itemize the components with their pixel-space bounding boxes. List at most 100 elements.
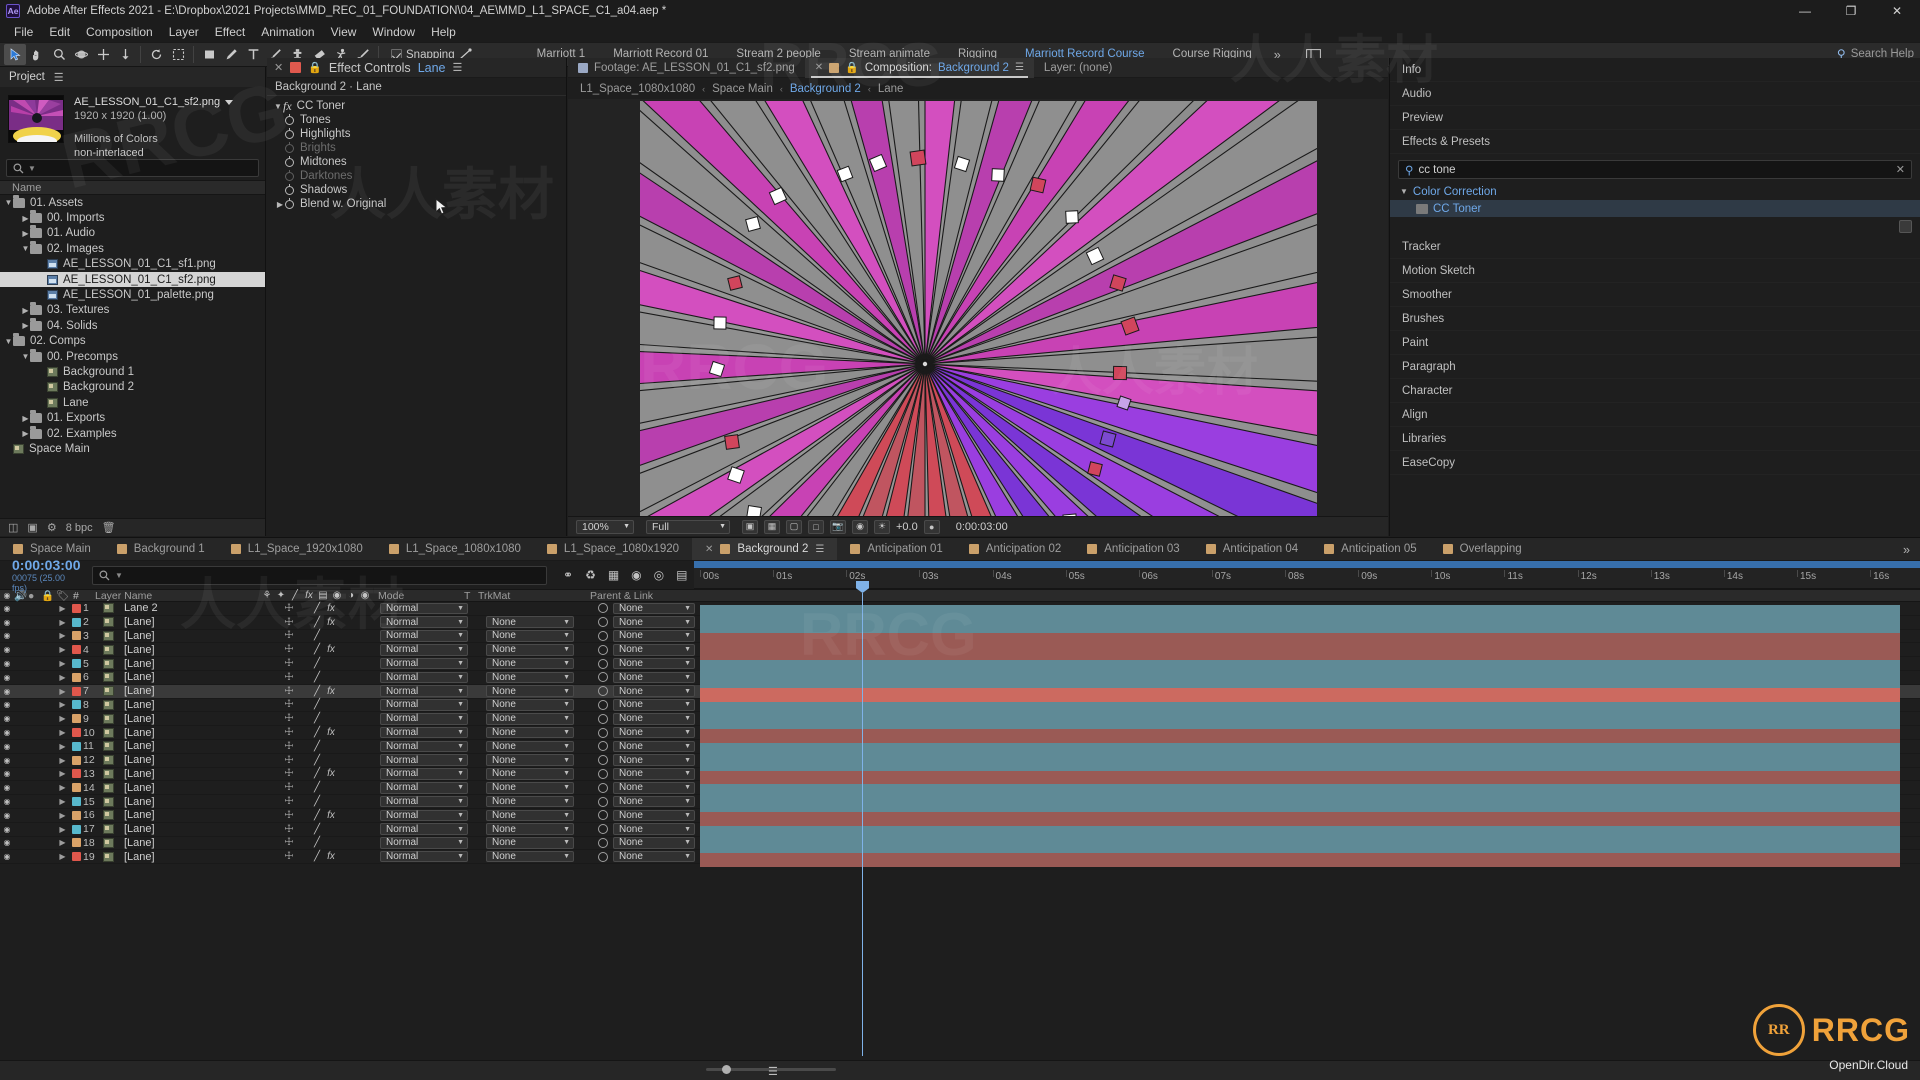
- timeline-tab-l1-space-1080x1920[interactable]: L1_Space_1080x1920: [534, 538, 692, 560]
- parent-select[interactable]: None ▼: [613, 795, 695, 808]
- blend-mode-select[interactable]: Normal ▼: [380, 768, 468, 780]
- camera-icon[interactable]: ●: [923, 519, 940, 534]
- project-settings-icon[interactable]: ⚙: [47, 521, 57, 534]
- layer-label-color[interactable]: [69, 838, 83, 848]
- project-tab-label[interactable]: Project: [9, 71, 45, 83]
- draft-switch[interactable]: ╱: [310, 782, 324, 793]
- layer-mode-cell[interactable]: Normal ▼: [380, 630, 472, 642]
- layer-trkmat-cell[interactable]: None ▼: [486, 795, 598, 808]
- trkmat-select[interactable]: None ▼: [486, 754, 574, 766]
- layer-trkmat-cell[interactable]: None ▼: [486, 754, 598, 766]
- layer-switches[interactable]: ☩ ╱: [268, 658, 380, 669]
- timeline-view-toggle-icon[interactable]: ☰: [768, 1065, 778, 1078]
- trkmat-select[interactable]: None ▼: [486, 823, 574, 835]
- timeline-tab-anticipation-02[interactable]: Anticipation 02: [956, 538, 1074, 560]
- parent-pickwhip-icon[interactable]: [598, 851, 608, 862]
- layer-duration-bar[interactable]: [700, 784, 1900, 799]
- blend-mode-select[interactable]: Normal ▼: [380, 740, 468, 753]
- chevron-down-icon[interactable]: ▼: [4, 198, 13, 207]
- layer-mode-cell[interactable]: Normal ▼: [380, 795, 472, 808]
- parent-pickwhip-icon[interactable]: [598, 741, 608, 752]
- masks-icon[interactable]: ▢: [786, 519, 802, 534]
- breadcrumb-lane[interactable]: Lane: [878, 83, 904, 95]
- effect-property-midtones[interactable]: Midtones: [267, 155, 751, 169]
- layer-switches[interactable]: ☩ ╱ fx: [268, 617, 380, 628]
- parent-select[interactable]: None ▼: [613, 699, 695, 711]
- chevron-right-icon[interactable]: ▶: [56, 769, 69, 778]
- project-item-01-audio[interactable]: ▶ 01. Audio: [0, 225, 265, 241]
- trkmat-select[interactable]: None ▼: [486, 671, 574, 684]
- viewer-timecode[interactable]: 0:00:03:00: [956, 521, 1008, 533]
- parent-pickwhip-icon[interactable]: [598, 727, 608, 738]
- parent-select[interactable]: None ▼: [613, 671, 695, 684]
- layer-trkmat-cell[interactable]: None ▼: [486, 713, 598, 725]
- exposure-value[interactable]: +0.0: [896, 521, 918, 533]
- collapse-switch[interactable]: ☩: [282, 713, 296, 724]
- layer-visibility-toggle[interactable]: ◉: [0, 604, 14, 613]
- collapse-switch[interactable]: ☩: [282, 782, 296, 793]
- collapse-switch[interactable]: ☩: [282, 699, 296, 710]
- collapse-switch[interactable]: ☩: [282, 658, 296, 669]
- layer-visibility-toggle[interactable]: ◉: [0, 673, 14, 682]
- layer-duration-bar[interactable]: [700, 687, 1900, 702]
- parent-pickwhip-icon[interactable]: [598, 617, 608, 628]
- parent-pickwhip-icon[interactable]: [598, 768, 608, 779]
- layer-name-cell[interactable]: [Lane]: [103, 699, 268, 711]
- layer-visibility-toggle[interactable]: ◉: [0, 659, 14, 668]
- layer-label-color[interactable]: [69, 659, 83, 669]
- collapse-switch[interactable]: ☩: [282, 851, 296, 862]
- dolly-tool[interactable]: [114, 44, 136, 65]
- draft-switch[interactable]: ╱: [310, 617, 324, 628]
- layer-visibility-toggle[interactable]: ◉: [0, 825, 14, 834]
- layer-label-color[interactable]: [69, 769, 83, 779]
- parent-pickwhip-icon[interactable]: [598, 824, 608, 835]
- layer-switches[interactable]: ☩ ╱: [268, 824, 380, 835]
- effect-property-shadows[interactable]: Shadows: [267, 183, 751, 197]
- layer-mode-cell[interactable]: Normal ▼: [380, 768, 472, 780]
- effect-property-tones[interactable]: TonesTritone▼: [267, 113, 807, 127]
- panel-menu-icon[interactable]: ☰: [815, 544, 824, 555]
- channel-icon[interactable]: ◉: [852, 519, 868, 534]
- parent-pickwhip-icon[interactable]: [598, 672, 608, 683]
- layer-switches[interactable]: ☩ ╱ fx: [268, 851, 380, 862]
- layer-mode-cell[interactable]: Normal ▼: [380, 602, 472, 615]
- layer-name-cell[interactable]: [Lane]: [103, 823, 268, 835]
- breadcrumb-l1-space-1080x1080[interactable]: L1_Space_1080x1080: [580, 83, 695, 95]
- layer-trkmat-cell[interactable]: None ▼: [486, 809, 598, 822]
- layer-mode-cell[interactable]: Normal ▼: [380, 740, 472, 753]
- layer-switches[interactable]: ☩ ╱ fx: [268, 644, 380, 655]
- panel-paint[interactable]: Paint: [1390, 331, 1920, 355]
- chevron-right-icon[interactable]: ▶: [56, 700, 69, 709]
- parent-select[interactable]: None ▼: [613, 809, 695, 822]
- composition-mini-flowchart-icon[interactable]: ⚭: [563, 568, 573, 582]
- transparency-grid-icon[interactable]: ▦: [764, 519, 780, 534]
- layer-name-cell[interactable]: [Lane]: [103, 782, 268, 794]
- collapse-switch[interactable]: ☩: [282, 796, 296, 807]
- layer-label-color[interactable]: [69, 755, 83, 765]
- parent-pickwhip-icon[interactable]: [598, 810, 608, 821]
- panel-easecopy[interactable]: EaseCopy: [1390, 451, 1920, 475]
- layer-name-cell[interactable]: [Lane]: [103, 796, 268, 808]
- chevron-right-icon[interactable]: ▶: [56, 673, 69, 682]
- trkmat-select[interactable]: None ▼: [486, 713, 574, 725]
- selection-tool[interactable]: [4, 44, 26, 65]
- chevron-right-icon[interactable]: ▶: [21, 214, 30, 223]
- chevron-right-icon[interactable]: ▶: [56, 783, 69, 792]
- layer-trkmat-cell[interactable]: None ▼: [486, 782, 598, 794]
- layer-switches[interactable]: ☩ ╱ fx: [268, 603, 380, 614]
- parent-select[interactable]: None ▼: [613, 823, 695, 835]
- layer-duration-bar[interactable]: [700, 756, 1900, 771]
- layer-visibility-toggle[interactable]: ◉: [0, 714, 14, 723]
- parent-pickwhip-icon[interactable]: [598, 603, 608, 614]
- layer-label-color[interactable]: [69, 810, 83, 820]
- layer-mode-cell[interactable]: Normal ▼: [380, 850, 472, 863]
- project-item-03-textures[interactable]: ▶ 03. Textures: [0, 302, 265, 318]
- rectangle-tool[interactable]: [198, 44, 220, 65]
- trkmat-select[interactable]: None ▼: [486, 616, 574, 628]
- chevron-right-icon[interactable]: ▶: [56, 852, 69, 861]
- hide-shy-layers-icon[interactable]: ▦: [608, 568, 619, 582]
- blend-mode-select[interactable]: Normal ▼: [380, 630, 468, 642]
- chevron-right-icon[interactable]: ▶: [56, 811, 69, 820]
- effects-switch[interactable]: fx: [324, 617, 338, 628]
- timeline-tabs-more-icon[interactable]: »: [1897, 538, 1916, 561]
